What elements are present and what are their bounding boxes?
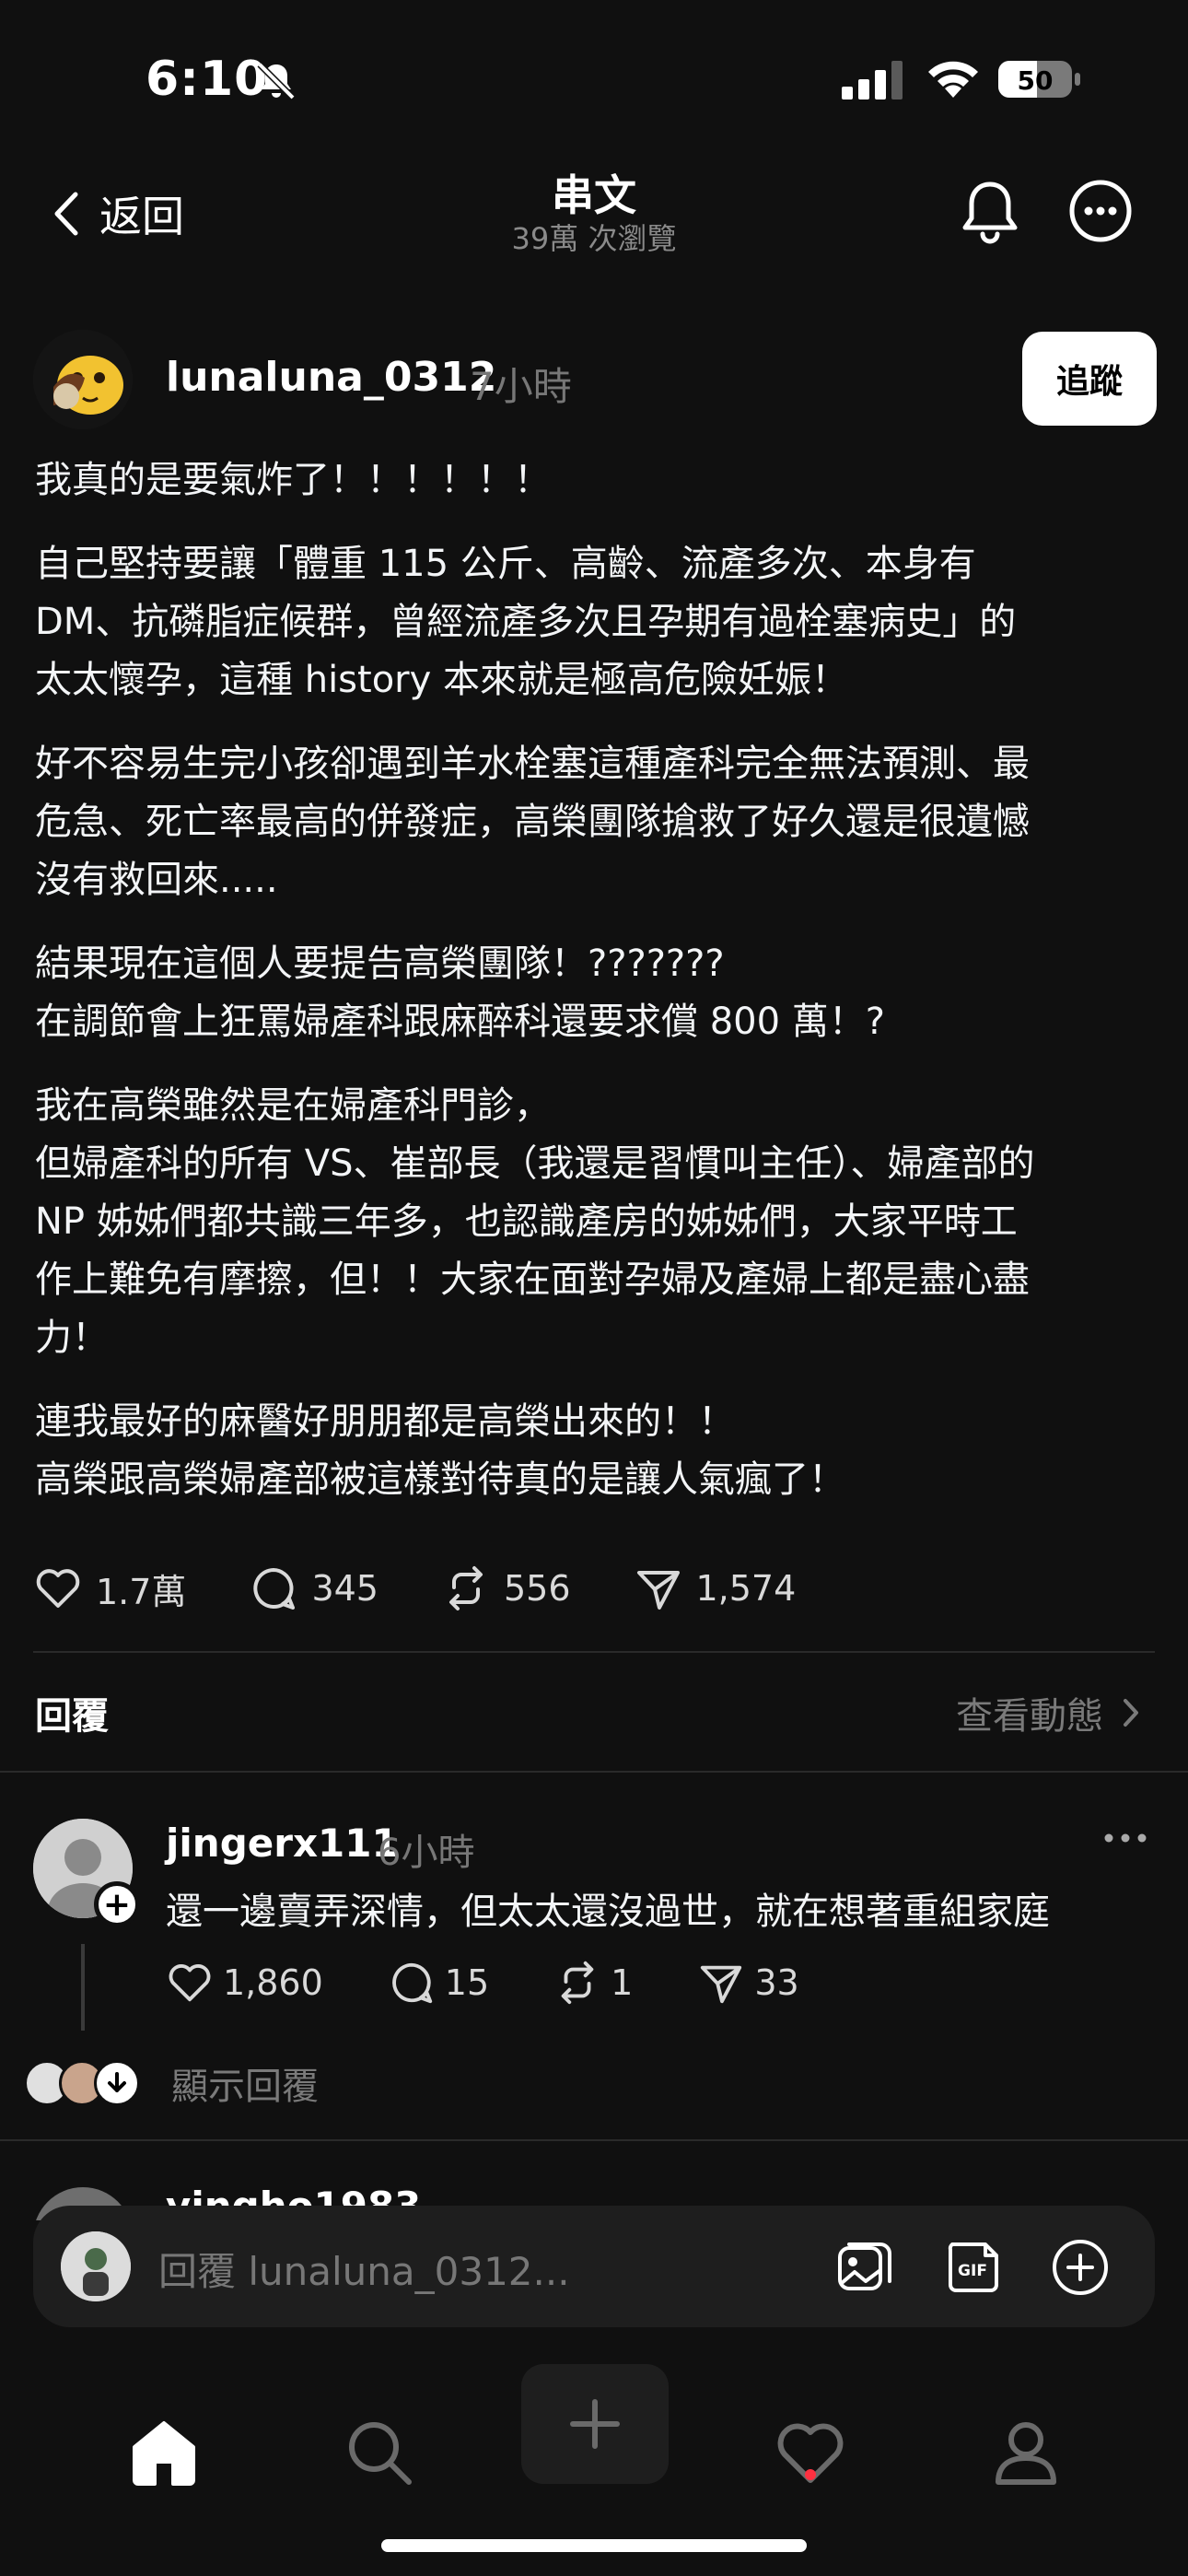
profile-icon[interactable] xyxy=(989,2416,1063,2489)
heart-icon xyxy=(169,1963,211,2002)
home-icon[interactable] xyxy=(127,2416,201,2489)
post-username[interactable]: lunaluna_0312 xyxy=(166,354,496,401)
more-circle-icon[interactable] xyxy=(1068,179,1133,243)
reply-time: 6小時 xyxy=(378,1832,475,1874)
bell-slash-icon xyxy=(257,62,296,100)
follow-plus-icon[interactable]: + xyxy=(94,1881,140,1927)
header: 返回 串文 39萬 次瀏覽 xyxy=(0,157,1188,304)
reply-text: 還一邊賣弄深情，但太太還沒過世，就在想著重組家庭 xyxy=(166,1891,1050,1933)
wifi-icon xyxy=(928,61,978,98)
like-count: 1,860 xyxy=(223,1962,323,2003)
create-plus-icon xyxy=(570,2399,620,2449)
repost-button[interactable]: 556 xyxy=(441,1563,571,1613)
reply-actions: 1,860 15 1 33 xyxy=(166,1959,864,2007)
follow-button[interactable]: 追蹤 xyxy=(1022,332,1157,426)
divider xyxy=(0,1771,1188,1773)
share-icon xyxy=(636,1571,680,1610)
repost-count: 1 xyxy=(611,1962,634,2003)
arrow-down-circle-icon xyxy=(94,2060,140,2106)
search-icon[interactable] xyxy=(343,2416,416,2489)
thread-line xyxy=(81,1944,85,2031)
repost-icon xyxy=(561,1961,594,2005)
chevron-right-icon xyxy=(1124,1699,1138,1727)
post-paragraph: 好不容易生完小孩卻遇到羊水栓塞這種產科完全無法預測、最 危急、死亡率最高的併發症… xyxy=(35,743,1030,901)
comment-icon xyxy=(391,1962,432,2004)
home-indicator[interactable] xyxy=(381,2539,807,2552)
gif-icon[interactable]: GIF xyxy=(943,2237,1004,2298)
share-button[interactable]: 1,574 xyxy=(634,1563,797,1613)
image-icon[interactable] xyxy=(834,2237,895,2298)
battery-level: 50 xyxy=(1018,65,1054,96)
post-paragraph: 我真的是要氣炸了！！！！！！ xyxy=(35,459,551,501)
like-count: 1.7萬 xyxy=(96,1571,187,1612)
bell-icon[interactable] xyxy=(958,175,1022,249)
post-paragraph: 結果現在這個人要提告高榮團隊！??????? 在調節會上狂罵婦產科跟麻醉科還要求… xyxy=(35,943,886,1043)
create-button[interactable] xyxy=(521,2364,669,2484)
avatar xyxy=(61,2231,131,2301)
share-button[interactable]: 33 xyxy=(697,1959,799,2007)
threads-post-screen: 6:10 50 返回 串文 39萬 次瀏覽 lunaluna_0312 7小時 … xyxy=(0,0,1188,2576)
heart-icon xyxy=(36,1569,80,1608)
repost-button[interactable]: 1 xyxy=(553,1959,633,2007)
share-count: 1,574 xyxy=(695,1568,797,1609)
status-time: 6:10 xyxy=(146,52,269,107)
post-actions: 1.7萬 345 556 1,574 xyxy=(33,1559,858,1618)
view-activity-label: 查看動態 xyxy=(956,1695,1103,1738)
comment-count: 345 xyxy=(311,1568,379,1609)
reply-input[interactable]: 回覆 lunaluna_0312... xyxy=(158,2241,570,2297)
post-paragraph: 我在高榮雖然是在婦產科門診， 但婦產科的所有 VS、崔部長（我還是習慣叫主任）、… xyxy=(35,1084,1035,1359)
post-paragraph: 自己堅持要讓「體重 115 公斤、高齡、流產多次、本身有 DM、抗磷脂症候群，曾… xyxy=(35,543,1017,701)
view-activity-link[interactable]: 查看動態 xyxy=(956,1686,1140,1739)
divider xyxy=(0,2139,1188,2141)
comment-count: 15 xyxy=(444,1962,490,2003)
notification-dot xyxy=(805,2469,816,2480)
replies-label: 回覆 xyxy=(35,1695,109,1738)
like-button[interactable]: 1.7萬 xyxy=(33,1563,186,1614)
svg-text:GIF: GIF xyxy=(958,2262,987,2280)
cellular-signal-icon xyxy=(842,61,903,100)
plus-circle-icon[interactable] xyxy=(1050,2237,1111,2298)
divider xyxy=(33,1651,1155,1653)
more-icon[interactable] xyxy=(1101,1824,1149,1852)
reply-username[interactable]: jingerx111 xyxy=(166,1821,399,1866)
status-bar: 6:10 50 xyxy=(0,0,1188,157)
show-replies-label: 顯示回覆 xyxy=(171,2066,319,2108)
post-body: 我真的是要氣炸了！！！！！！ 自己堅持要讓「體重 115 公斤、高齡、流產多次、… xyxy=(35,451,1159,1535)
post-time: 7小時 xyxy=(470,364,572,409)
avatar[interactable] xyxy=(33,330,133,429)
share-icon xyxy=(701,1965,742,2004)
reply-item: + jingerx111 6小時 還一邊賣弄深情，但太太還沒過世，就在想著重組家… xyxy=(0,1797,1188,2147)
reply-composer[interactable]: 回覆 lunaluna_0312... GIF xyxy=(33,2206,1155,2327)
like-button[interactable]: 1,860 xyxy=(166,1959,323,2007)
repost-icon xyxy=(448,1566,483,1610)
comment-button[interactable]: 15 xyxy=(388,1959,489,2007)
show-replies-button[interactable]: 顯示回覆 xyxy=(24,2056,319,2110)
battery-icon: 50 xyxy=(996,57,1083,101)
post-header: lunaluna_0312 7小時 追蹤 xyxy=(33,330,1157,431)
share-count: 33 xyxy=(754,1962,799,2003)
comment-icon xyxy=(253,1568,296,1610)
comment-button[interactable]: 345 xyxy=(249,1563,379,1613)
repost-count: 556 xyxy=(503,1568,571,1609)
post-paragraph: 連我最好的麻醫好朋朋都是高榮出來的！！ 高榮跟高榮婦產部被這樣對待真的是讓人氣瘋… xyxy=(35,1400,845,1501)
